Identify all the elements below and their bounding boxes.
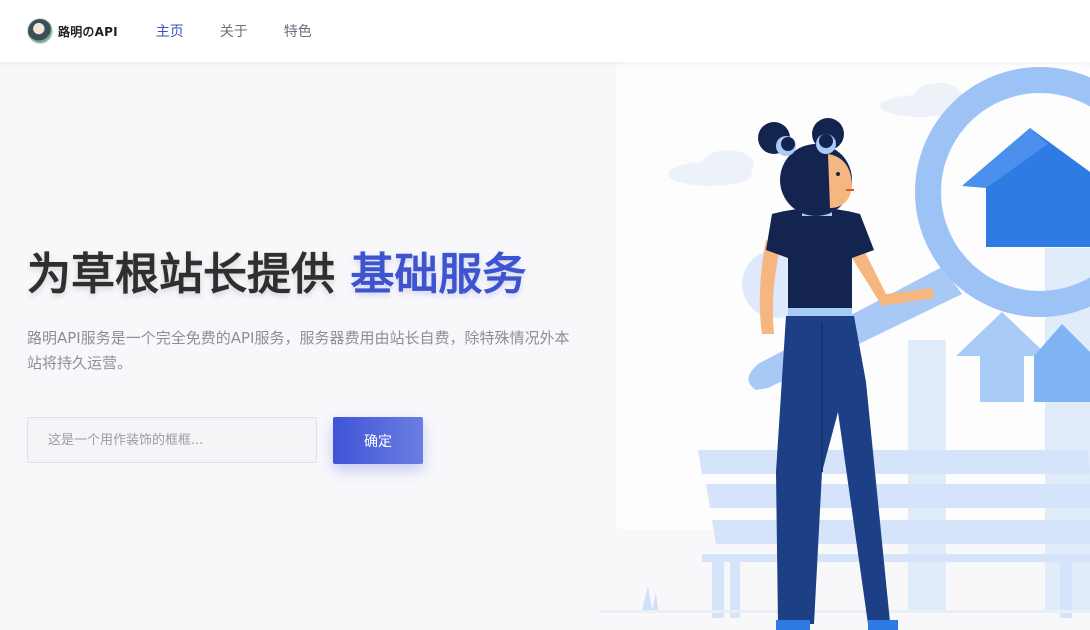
nav-link-home[interactable]: 主页 — [156, 21, 184, 41]
confirm-button[interactable]: 确定 — [333, 417, 423, 464]
nav-link-features[interactable]: 特色 — [284, 21, 312, 41]
hero-description: 路明API服务是一个完全免费的API服务，服务器费用由站长自费，除特殊情况外本站… — [27, 329, 570, 372]
top-navbar: 路明のAPI 主页 关于 特色 — [0, 0, 1090, 62]
brand[interactable]: 路明のAPI — [27, 18, 118, 44]
nav-links: 主页 关于 特色 — [156, 21, 348, 41]
ground-line — [600, 610, 1090, 613]
grass-shape — [642, 586, 658, 610]
brand-name: 路明のAPI — [58, 24, 118, 39]
brand-avatar-logo — [27, 18, 53, 44]
hero-title-main: 为草根站长提供 — [27, 249, 351, 300]
hero-illustration — [600, 62, 1090, 630]
chart-bar-shape — [908, 340, 946, 612]
hero-title: 为草根站长提供 基础服务 — [27, 238, 526, 302]
decorative-input[interactable] — [27, 417, 317, 463]
nav-link-about[interactable]: 关于 — [220, 21, 248, 41]
hero-title-accent: 基础服务 — [350, 249, 527, 300]
